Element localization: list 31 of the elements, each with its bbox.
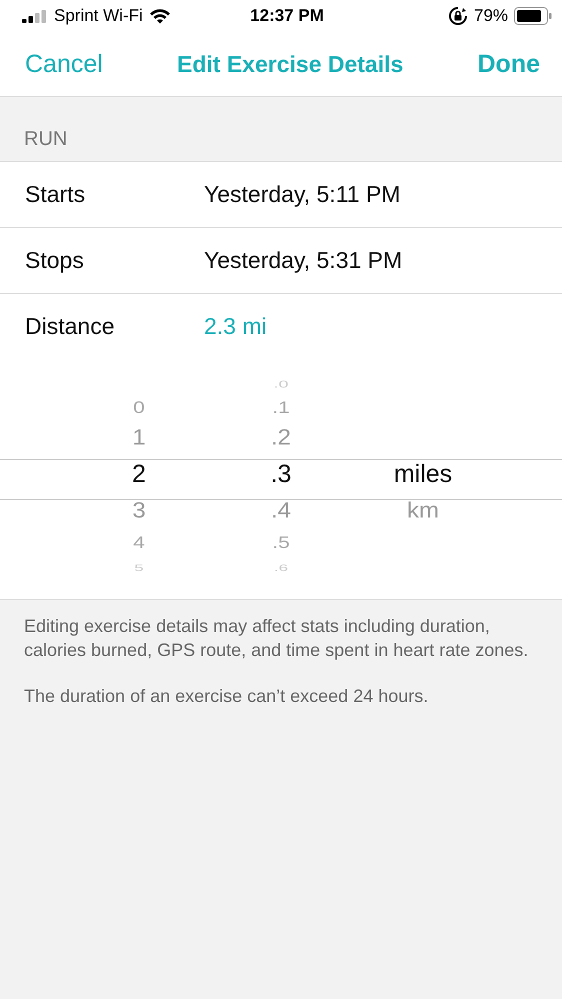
picker-option[interactable]: 1 (132, 425, 146, 451)
row-value[interactable]: 2.3 mi (204, 313, 267, 340)
section-header: RUN (24, 128, 68, 151)
signal-icon (22, 9, 48, 23)
screen-title: Edit Exercise Details (177, 50, 404, 78)
picker-option[interactable]: 2 (132, 460, 146, 489)
battery-percent: 79% (474, 6, 508, 26)
cancel-button[interactable]: Cancel (25, 50, 103, 78)
row-label: Starts (25, 181, 86, 208)
picker-option[interactable]: km (407, 498, 439, 524)
row-label: Distance (25, 313, 116, 340)
carrier-name: Sprint Wi-Fi (54, 6, 143, 26)
picker-option[interactable]: .4 (270, 498, 291, 524)
info-note: The duration of an exercise can’t exceed 24 hours. (24, 685, 430, 708)
picker-option[interactable]: .2 (270, 425, 291, 451)
row-value[interactable]: Yesterday, 5:11 PM (204, 181, 400, 208)
row-label: Stops (25, 247, 85, 274)
picker-option[interactable]: 0 (133, 398, 145, 418)
info-note: Editing exercise details may affect stats including duration, calories burned, GPS route, and time spent in heart rate zones. (24, 615, 530, 662)
rotation-lock-icon (448, 6, 468, 26)
picker-option[interactable]: .5 (272, 533, 290, 553)
picker-option[interactable]: 4 (133, 533, 145, 553)
row-value[interactable]: Yesterday, 5:31 PM (204, 247, 402, 274)
picker-option[interactable]: .3 (270, 460, 292, 489)
picker-option[interactable]: .1 (272, 398, 290, 418)
picker-option[interactable]: miles (394, 460, 452, 489)
picker-option[interactable]: 3 (132, 498, 146, 524)
clock-time: 12:37 PM (250, 6, 324, 26)
wifi-icon (148, 8, 171, 24)
battery-icon (514, 7, 552, 25)
done-button[interactable]: Done (478, 50, 540, 78)
